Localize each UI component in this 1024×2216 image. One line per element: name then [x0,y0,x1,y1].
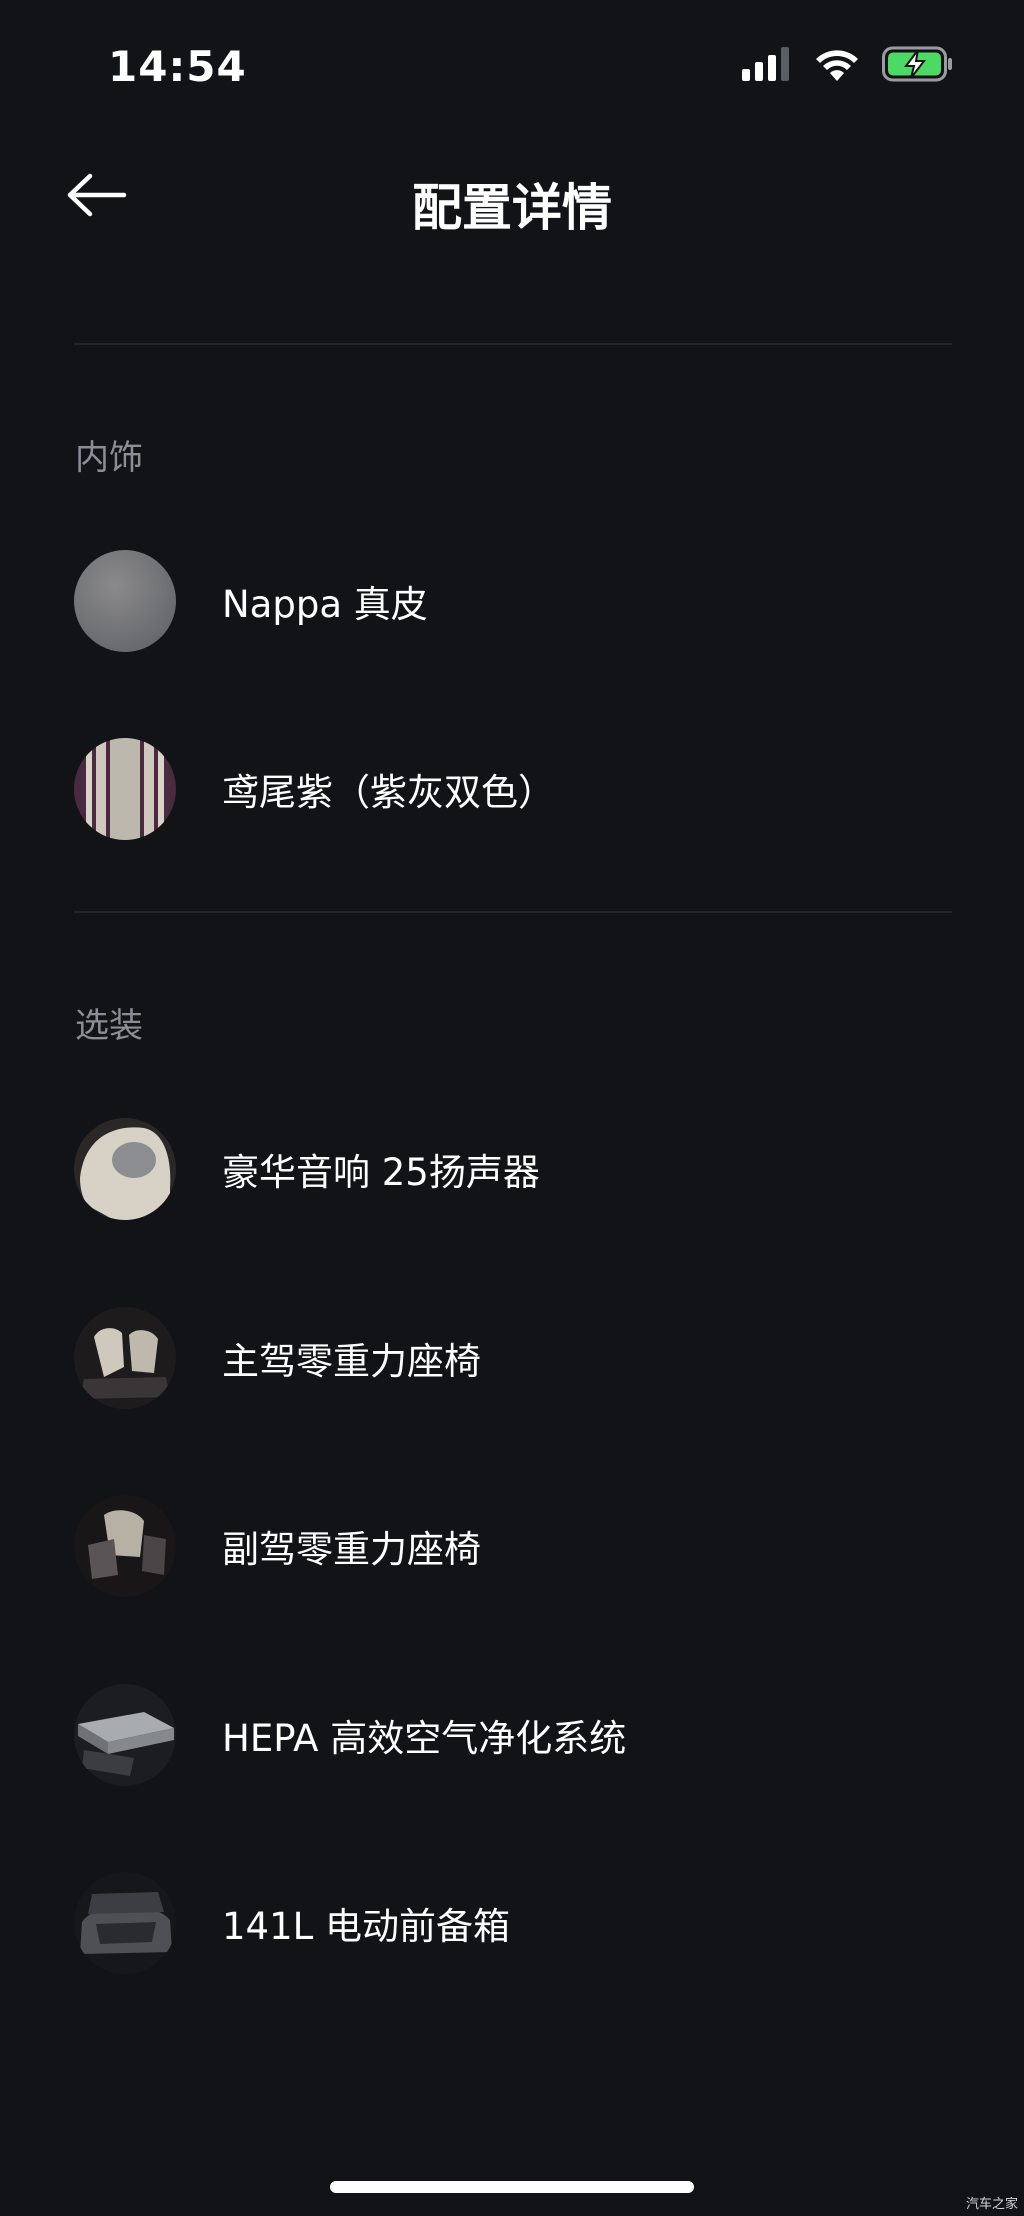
item-label: 141L 电动前备箱 [222,1905,510,1948]
list-item-premium-audio[interactable]: 豪华音响 25扬声器 [74,1117,952,1221]
front-trunk-photo-icon [74,1872,176,1974]
page-title: 配置详情 [412,179,612,237]
purple-gray-stripe-swatch-icon [74,738,176,840]
headrest-speaker-photo-icon [74,1118,176,1220]
watermark: 汽车之家 [965,2197,1018,2212]
status-bar: 14:54 [0,0,1024,130]
item-label: 豪华音响 25扬声器 [222,1151,540,1194]
list-item-hepa[interactable]: HEPA 高效空气净化系统 [74,1683,952,1787]
item-label: Nappa 真皮 [222,583,428,626]
battery-charging-icon [882,46,954,86]
status-time: 14:54 [108,42,247,91]
item-label: 主驾零重力座椅 [222,1340,481,1383]
list-item-iris-purple[interactable]: 鸢尾紫（紫灰双色） [74,737,952,841]
divider [74,343,952,345]
section-title-interior: 内饰 [75,438,143,478]
gray-leather-swatch-icon [74,550,176,652]
list-item-nappa-leather[interactable]: Nappa 真皮 [74,549,952,653]
wifi-icon [814,47,860,85]
list-item-driver-seat[interactable]: 主驾零重力座椅 [74,1306,952,1410]
signal-icon [742,47,792,85]
air-filter-photo-icon [74,1684,176,1786]
list-item-passenger-seat[interactable]: 副驾零重力座椅 [74,1494,952,1598]
nav-bar: 配置详情 [0,150,1024,250]
item-label: HEPA 高效空气净化系统 [222,1717,627,1760]
item-label: 副驾零重力座椅 [222,1528,481,1571]
home-indicator[interactable] [330,2181,694,2193]
divider [74,911,952,913]
section-title-options: 选装 [75,1006,143,1046]
status-icons [742,46,954,86]
driver-seat-photo-icon [74,1307,176,1409]
list-item-front-trunk[interactable]: 141L 电动前备箱 [74,1871,952,1975]
item-label: 鸢尾紫（紫灰双色） [222,771,555,814]
passenger-seat-photo-icon [74,1495,176,1597]
